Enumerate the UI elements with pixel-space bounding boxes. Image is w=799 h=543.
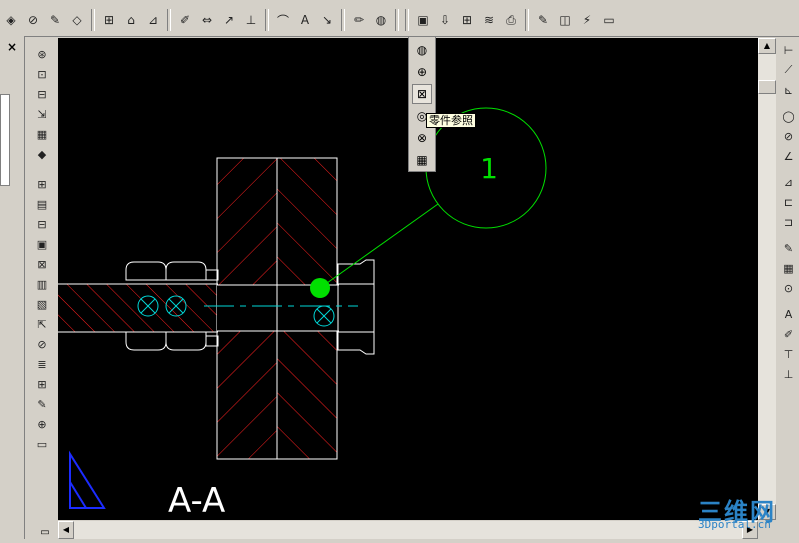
horizontal-scrollbar[interactable]: ◀ ▶ [58, 521, 758, 539]
reference-flyout-menu: ◍ ⊕ ⊠ ◎ ⊗ ▦ [408, 36, 436, 172]
note-icon[interactable]: ⊥ [241, 10, 261, 30]
datum-icon[interactable]: ⊘ [23, 10, 43, 30]
toolbar-separator [525, 9, 529, 31]
reference-icon[interactable]: ◍ [371, 10, 391, 30]
view-triangle-icon [69, 450, 106, 509]
feature-icon[interactable]: ✎ [45, 10, 65, 30]
balloon-number: 1 [480, 152, 498, 185]
tooltip: 零件参照 [426, 113, 476, 128]
draft-pen-icon[interactable]: ✐ [780, 325, 798, 343]
projection-view-icon[interactable]: ▤ [32, 195, 52, 213]
toolbar-strip: ◈ ⊘ ✎ ◇ ⊞ ⌂ ⊿ ✐ ⇔ ↗ ⊥ ⌒ A ↘ ✏ ◍ ▣ ⇩ ⊞ ≋ … [0, 6, 620, 34]
erase-view-icon[interactable]: ⊘ [32, 335, 52, 353]
lightning-icon[interactable]: ⚡ [577, 10, 597, 30]
reference-sphere-icon[interactable]: ◍ [412, 40, 432, 60]
dimension-ordinate-icon[interactable]: ⊾ [780, 81, 798, 99]
delete-reference-icon[interactable]: ⊗ [412, 128, 432, 148]
tolerance-icon[interactable]: ⊏ [780, 193, 798, 211]
watermark-sub: 3Dportal.cn [698, 518, 771, 531]
revolved-view-icon[interactable]: ⊠ [32, 255, 52, 273]
grid-reference-icon[interactable]: ▦ [412, 150, 432, 170]
dimension-icon[interactable]: ⇔ [197, 10, 217, 30]
copy-view-icon[interactable]: ▥ [32, 275, 52, 293]
view-icon[interactable]: ⌂ [121, 10, 141, 30]
pen-icon[interactable]: ✎ [32, 395, 52, 413]
scroll-thumb[interactable] [758, 80, 776, 94]
repaint-icon[interactable]: ⊡ [32, 65, 52, 83]
color-icon[interactable]: ◆ [32, 145, 52, 163]
circle-icon[interactable]: ◯ [780, 107, 798, 125]
scroll-up-icon[interactable]: ▲ [758, 38, 776, 54]
part-icon[interactable]: ◈ [1, 10, 21, 30]
detail-view-icon[interactable]: ⊟ [32, 215, 52, 233]
toolbar-separator [395, 9, 399, 31]
datum-feature-icon[interactable]: ⊿ [780, 173, 798, 191]
marker-icon[interactable]: ✎ [533, 10, 553, 30]
section-icon[interactable]: ⊿ [143, 10, 163, 30]
text-icon[interactable]: A [295, 10, 315, 30]
pencil-icon[interactable]: ✏ [349, 10, 369, 30]
bolt-head[interactable] [337, 259, 375, 355]
auxiliary-view-icon[interactable]: ▣ [32, 235, 52, 253]
general-view-icon[interactable]: ⊞ [32, 175, 52, 193]
table-insert-icon[interactable]: ▦ [780, 259, 798, 277]
cross-icon[interactable]: ⊠ [412, 84, 432, 104]
symbol-icon[interactable]: ⌒ [273, 10, 293, 30]
symbol-gallery-icon[interactable]: ⊕ [32, 415, 52, 433]
toolbar-separator [405, 9, 409, 31]
watermark-logo: 三维网 3Dportal.cn [698, 492, 794, 534]
frame-icon[interactable]: ▭ [32, 435, 52, 453]
toolbar-separator [91, 9, 95, 31]
toolbar-separator [167, 9, 171, 31]
text-style-icon[interactable]: A [780, 305, 798, 323]
bracket-icon[interactable]: ⊤ [780, 345, 798, 363]
grid-icon[interactable]: ▦ [32, 125, 52, 143]
sheet-tab-icon[interactable]: ▭ [36, 524, 54, 540]
table-cell-icon[interactable]: ⊞ [32, 375, 52, 393]
right-toolbar: ⊢ ⟋ ⊾ ◯ ⊘ ∠ ⊿ ⊏ ⊐ ✎ ▦ ⊙ A ✐ ⊤ ⊥ [778, 40, 799, 384]
list-icon[interactable]: ≣ [32, 355, 52, 373]
left-toolbar: ⊛ ⊡ ⊟ ⇲ ▦ ◆ ⊞ ▤ ⊟ ▣ ⊠ ▥ ▧ ⇱ ⊘ ≣ ⊞ ✎ ⊕ ▭ [28, 44, 56, 454]
param-icon[interactable]: ▭ [599, 10, 619, 30]
scroll-left-icon[interactable]: ◀ [58, 521, 74, 539]
vertical-scrollbar[interactable]: ▲ ▼ [758, 38, 776, 520]
regenerate-icon[interactable]: ⊛ [32, 45, 52, 63]
align-icon[interactable]: ⊥ [780, 365, 798, 383]
edit-icon[interactable]: ⊞ [99, 10, 119, 30]
diameter-icon[interactable]: ⊘ [780, 127, 798, 145]
note-pen-icon[interactable]: ✎ [780, 239, 798, 257]
close-icon[interactable]: × [7, 40, 17, 54]
move-icon[interactable]: ⇲ [32, 105, 52, 123]
main-toolbar: ◈ ⊘ ✎ ◇ ⊞ ⌂ ⊿ ✐ ⇔ ↗ ⊥ ⌒ A ↘ ✏ ◍ ▣ ⇩ ⊞ ≋ … [0, 0, 799, 37]
dimension-linear-icon[interactable]: ⊢ [780, 41, 798, 59]
section-label: A-A [168, 481, 225, 520]
toolbar-separator [265, 9, 269, 31]
model-tree-area[interactable] [0, 94, 10, 186]
hatch-icon[interactable]: ✐ [175, 10, 195, 30]
zoom-icon[interactable]: ⊕ [412, 62, 432, 82]
surface-finish-icon[interactable]: ⊐ [780, 213, 798, 231]
dimension-angle-icon[interactable]: ⟋ [780, 61, 798, 79]
component-icon[interactable]: ◫ [555, 10, 575, 30]
sheet-icon[interactable]: ⇩ [435, 10, 455, 30]
toolbar-separator [341, 9, 345, 31]
print-icon[interactable]: ⎙ [501, 10, 521, 30]
sketch-icon[interactable]: ◇ [67, 10, 87, 30]
align-view-icon[interactable]: ▧ [32, 295, 52, 313]
status-bar [0, 539, 799, 543]
angle-icon[interactable]: ∠ [780, 147, 798, 165]
leader-icon[interactable]: ↗ [219, 10, 239, 30]
format-icon[interactable]: ≋ [479, 10, 499, 30]
target-icon[interactable]: ⊙ [780, 279, 798, 297]
arrow-icon[interactable]: ↘ [317, 10, 337, 30]
orient-icon[interactable]: ⊟ [32, 85, 52, 103]
table-icon[interactable]: ⊞ [457, 10, 477, 30]
move-view-icon[interactable]: ⇱ [32, 315, 52, 333]
layer-icon[interactable]: ▣ [413, 10, 433, 30]
model-tree-panel [0, 36, 25, 543]
